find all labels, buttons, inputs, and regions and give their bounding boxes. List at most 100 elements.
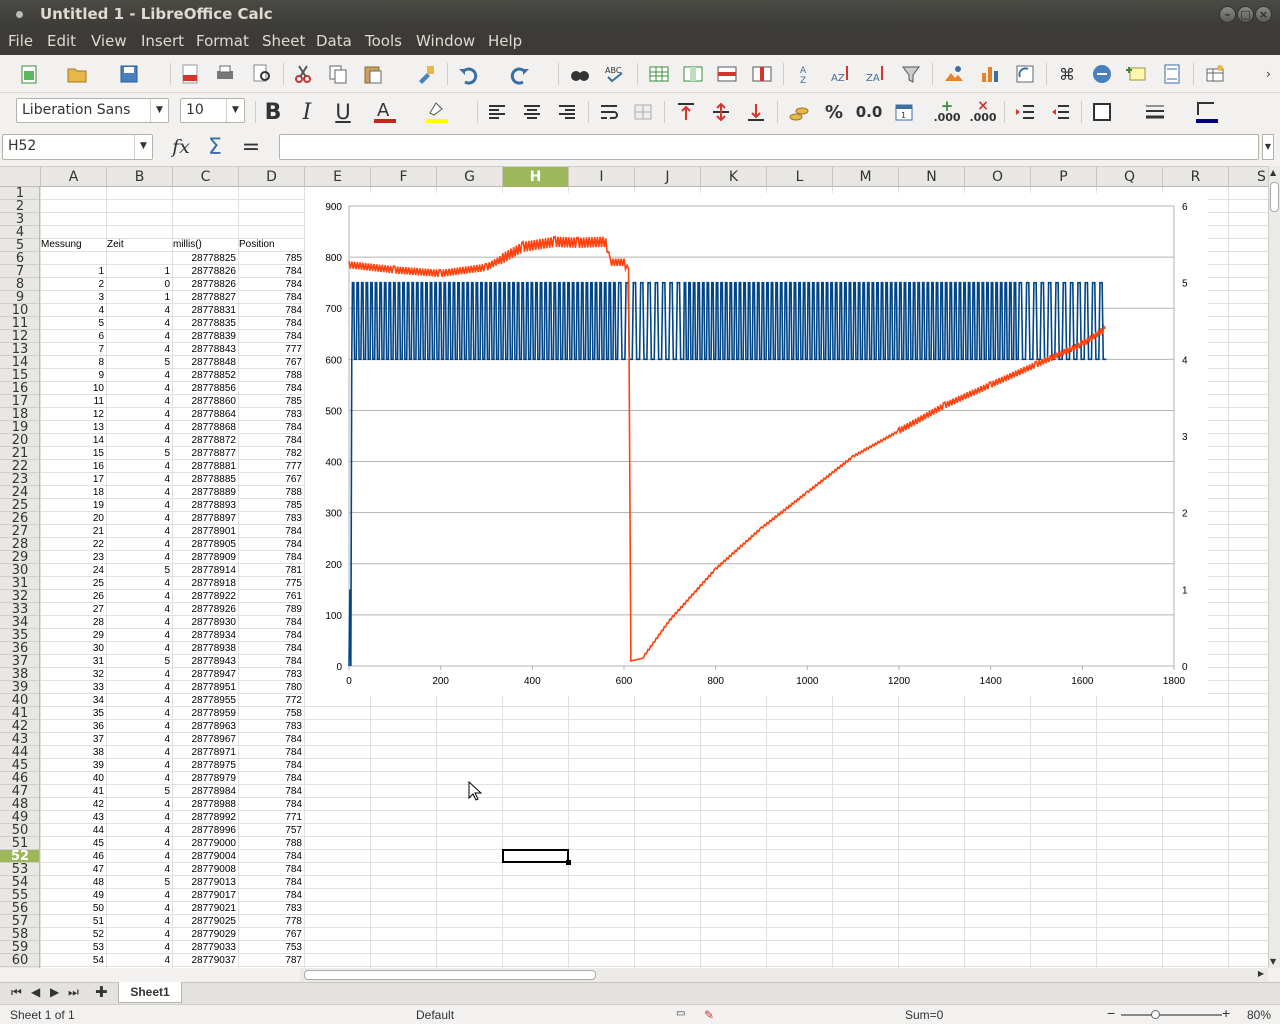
cell-position[interactable]: 782 [238,447,302,460]
cell-millis[interactable]: 28778922 [172,590,237,603]
cell-position[interactable]: 784 [238,642,302,655]
cell-zeit[interactable]: 1 [106,265,170,278]
cell-messung[interactable]: 54 [40,954,104,967]
cell-position[interactable]: 784 [238,538,302,551]
formula-icon[interactable]: = [238,134,264,160]
selection-sum[interactable]: Sum=0 [905,1008,943,1022]
sheet-tab-sheet1[interactable]: Sheet1 [118,982,182,1003]
undo-icon[interactable] [455,61,481,87]
cell-position[interactable]: 757 [238,824,302,837]
cell-millis[interactable]: 28778963 [172,720,237,733]
first-sheet-icon[interactable]: ⏮ [11,985,22,1000]
column-header-j[interactable]: J [635,167,701,187]
cell-position[interactable]: 783 [238,668,302,681]
border-style-icon[interactable] [1142,99,1168,125]
align-top-icon[interactable] [673,99,699,125]
column-header-d[interactable]: D [239,167,305,187]
cell-messung[interactable]: 34 [40,694,104,707]
cell-millis[interactable]: 28779017 [172,889,237,902]
column-header-c[interactable]: C [173,167,239,187]
cell-millis[interactable]: 28778934 [172,629,237,642]
column-header-g[interactable]: G [437,167,503,187]
cell-zeit[interactable]: 4 [106,317,170,330]
column-header-m[interactable]: M [833,167,899,187]
sort-ascending-icon[interactable]: AZ [828,61,854,87]
scroll-down-icon[interactable]: ▼ [1270,957,1276,966]
cell-zeit[interactable]: 1 [106,291,170,304]
cell-millis[interactable]: 28778947 [172,668,237,681]
cell-messung[interactable]: 13 [40,421,104,434]
header-millis[interactable]: millis() [173,238,202,251]
menu-data[interactable]: Data [316,32,352,50]
menu-view[interactable]: View [91,32,127,50]
cell-zeit[interactable]: 4 [106,694,170,707]
new-document-icon[interactable] [16,61,42,87]
cell-messung[interactable]: 49 [40,889,104,902]
cell-millis[interactable]: 28778885 [172,473,237,486]
cell-messung[interactable]: 11 [40,395,104,408]
date-format-icon[interactable]: 1 [891,99,917,125]
column-icon[interactable] [680,61,706,87]
cell-zeit[interactable]: 4 [106,616,170,629]
cell-messung[interactable]: 48 [40,876,104,889]
cell-position[interactable]: 784 [238,330,302,343]
menu-file[interactable]: File [8,32,33,50]
cell-messung[interactable]: 37 [40,733,104,746]
cell-messung[interactable]: 19 [40,499,104,512]
cell-messung[interactable]: 51 [40,915,104,928]
cell-position[interactable]: 784 [238,798,302,811]
cell-zeit[interactable]: 4 [106,668,170,681]
cell-zeit[interactable]: 4 [106,759,170,772]
cell-millis[interactable]: 28778967 [172,733,237,746]
menu-edit[interactable]: Edit [47,32,76,50]
cell-position[interactable]: 784 [238,655,302,668]
cell-messung[interactable]: 7 [40,343,104,356]
cell-position[interactable]: 784 [238,863,302,876]
window-menu-icon[interactable] [16,11,23,18]
cell-messung[interactable]: 18 [40,486,104,499]
cell-millis[interactable]: 28779021 [172,902,237,915]
cell-zeit[interactable]: 4 [106,382,170,395]
cell-millis[interactable]: 28778827 [172,291,237,304]
cell-position[interactable]: 772 [238,694,302,707]
cell-messung[interactable]: 53 [40,941,104,954]
page-style[interactable]: Default [416,1008,454,1022]
header-zeit[interactable]: Zeit [107,238,124,251]
currency-icon[interactable] [786,99,812,125]
menu-tools[interactable]: Tools [365,32,402,50]
cell-zeit[interactable]: 4 [106,551,170,564]
cell-messung[interactable]: 10 [40,382,104,395]
add-sheet-icon[interactable]: ✚ [95,983,108,1001]
cell-position[interactable]: 788 [238,486,302,499]
cell-messung[interactable]: 45 [40,837,104,850]
cell-millis[interactable]: 28778971 [172,746,237,759]
sort-icon[interactable]: AZ [793,61,819,87]
cell-messung[interactable]: 2 [40,278,104,291]
cell-millis[interactable]: 28778914 [172,564,237,577]
cell-position[interactable]: 777 [238,460,302,473]
underline-icon[interactable]: U [330,99,356,125]
cell-zeit[interactable]: 4 [106,538,170,551]
cell-zeit[interactable]: 4 [106,824,170,837]
cell-zeit[interactable]: 4 [106,941,170,954]
cell-position[interactable]: 785 [238,499,302,512]
cell-messung[interactable]: 41 [40,785,104,798]
cell-millis[interactable]: 28778955 [172,694,237,707]
add-decimal-icon[interactable]: + .000 [933,98,960,125]
zoom-out-icon[interactable]: − [1107,1005,1115,1021]
cell-millis[interactable]: 28778852 [172,369,237,382]
pivot-table-icon[interactable] [1012,61,1038,87]
cell-position[interactable]: 785 [238,395,302,408]
cell-position[interactable]: 789 [238,603,302,616]
cell-millis[interactable]: 28778889 [172,486,237,499]
cell-zeit[interactable]: 4 [106,330,170,343]
cell-zeit[interactable]: 4 [106,733,170,746]
cell-position[interactable]: 784 [238,772,302,785]
cell-millis[interactable]: 28778975 [172,759,237,772]
fill-handle[interactable] [566,860,571,865]
cell-messung[interactable]: 32 [40,668,104,681]
cell-messung[interactable]: 42 [40,798,104,811]
cell-messung[interactable] [40,252,104,265]
cell-messung[interactable]: 36 [40,720,104,733]
column-header-n[interactable]: N [899,167,965,187]
